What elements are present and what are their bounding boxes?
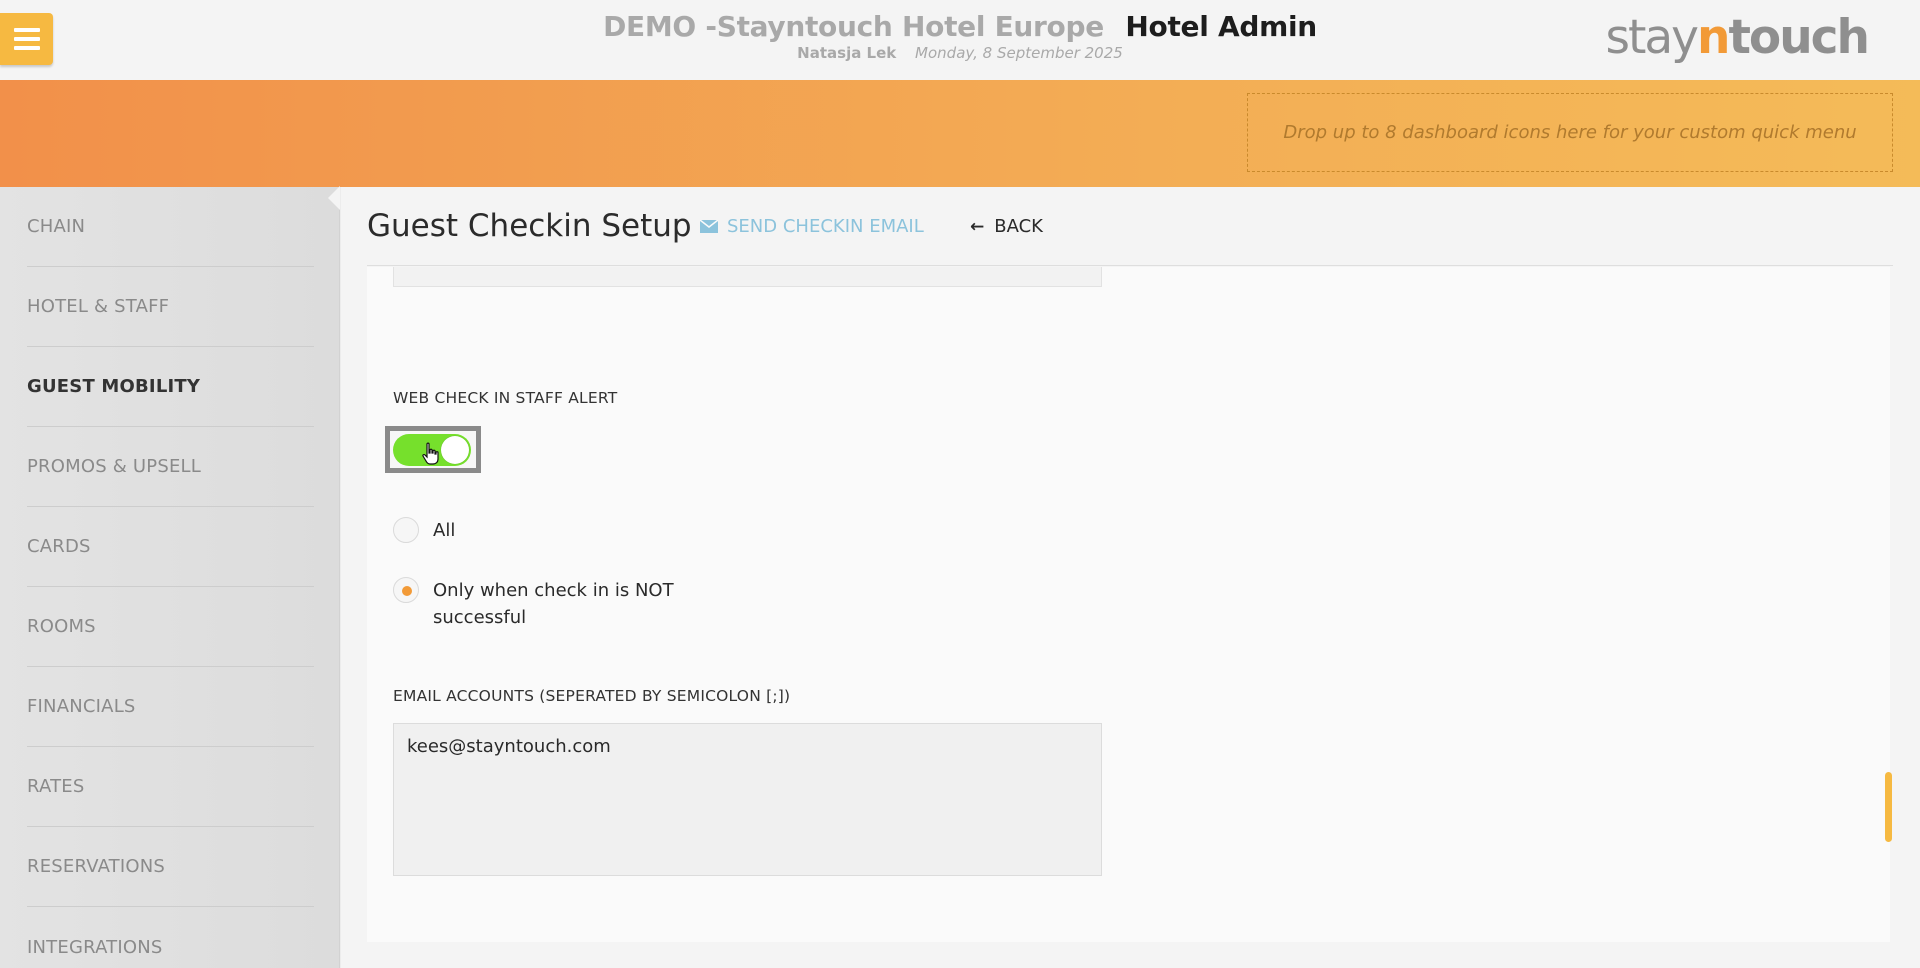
sidebar-item-cards[interactable]: CARDS [27, 507, 314, 587]
mail-icon [700, 220, 718, 233]
arrow-left-icon: ← [970, 216, 985, 237]
radio-option-not-successful[interactable]: Only when check in is NOT successful [393, 577, 693, 631]
radio-button-not-successful[interactable] [393, 577, 419, 603]
radio-label-not-successful: Only when check in is NOT successful [433, 580, 674, 628]
page-header: Guest Checkin Setup SEND CHECKIN EMAIL ←… [367, 187, 1893, 266]
settings-card: WEB CHECK IN STAFF ALERT All Only when c… [367, 267, 1890, 942]
sidebar-item-integrations[interactable]: INTEGRATIONS [27, 907, 314, 968]
sidebar-nav: CHAIN HOTEL & STAFF GUEST MOBILITY PROMO… [0, 187, 340, 968]
page-title: Guest Checkin Setup [367, 208, 692, 244]
toggle-knob [441, 436, 469, 464]
hand-cursor-icon [422, 442, 439, 465]
app-name: Hotel Admin [1125, 10, 1317, 43]
sidebar-item-chain[interactable]: CHAIN [27, 187, 314, 267]
active-indicator-arrow [328, 186, 340, 210]
top-header: DEMO -Stayntouch Hotel Europe Hotel Admi… [0, 0, 1920, 80]
radio-label-all: All [433, 520, 456, 541]
user-name: Natasja Lek [797, 44, 897, 62]
scrollbar-thumb[interactable] [1885, 772, 1892, 842]
sidebar-item-rooms[interactable]: ROOMS [27, 587, 314, 667]
previous-field[interactable] [393, 267, 1102, 287]
sidebar-item-reservations[interactable]: RESERVATIONS [27, 827, 314, 907]
toggle-track [393, 434, 471, 466]
dropzone-text: Drop up to 8 dashboard icons here for yo… [1283, 122, 1857, 143]
current-date: Monday, 8 September 2025 [915, 44, 1123, 62]
quick-menu-banner: Drop up to 8 dashboard icons here for yo… [0, 80, 1920, 187]
sidebar-item-hotel-staff[interactable]: HOTEL & STAFF [27, 267, 314, 347]
sidebar-item-guest-mobility[interactable]: GUEST MOBILITY [27, 347, 314, 427]
staff-alert-label: WEB CHECK IN STAFF ALERT [393, 389, 618, 407]
sidebar-item-rates[interactable]: RATES [27, 747, 314, 827]
email-accounts-label: EMAIL ACCOUNTS (SEPERATED BY SEMICOLON [… [393, 687, 791, 705]
sidebar-item-financials[interactable]: FINANCIALS [27, 667, 314, 747]
quick-menu-dropzone[interactable]: Drop up to 8 dashboard icons here for yo… [1247, 93, 1893, 172]
email-accounts-textarea[interactable]: kees@stayntouch.com [393, 723, 1102, 876]
hotel-name: DEMO -Stayntouch Hotel Europe [603, 10, 1104, 43]
radio-button-all[interactable] [393, 517, 419, 543]
stayntouch-logo: stayntouch [1605, 10, 1870, 65]
send-checkin-email-button[interactable]: SEND CHECKIN EMAIL [700, 216, 924, 237]
staff-alert-toggle[interactable] [385, 426, 481, 473]
back-label: BACK [994, 216, 1043, 237]
back-button[interactable]: ← BACK [970, 216, 1043, 237]
send-checkin-email-label: SEND CHECKIN EMAIL [727, 216, 924, 237]
main-content: Guest Checkin Setup SEND CHECKIN EMAIL ←… [341, 187, 1920, 968]
sidebar-item-promos-upsell[interactable]: PROMOS & UPSELL [27, 427, 314, 507]
radio-option-all[interactable]: All [393, 517, 455, 544]
